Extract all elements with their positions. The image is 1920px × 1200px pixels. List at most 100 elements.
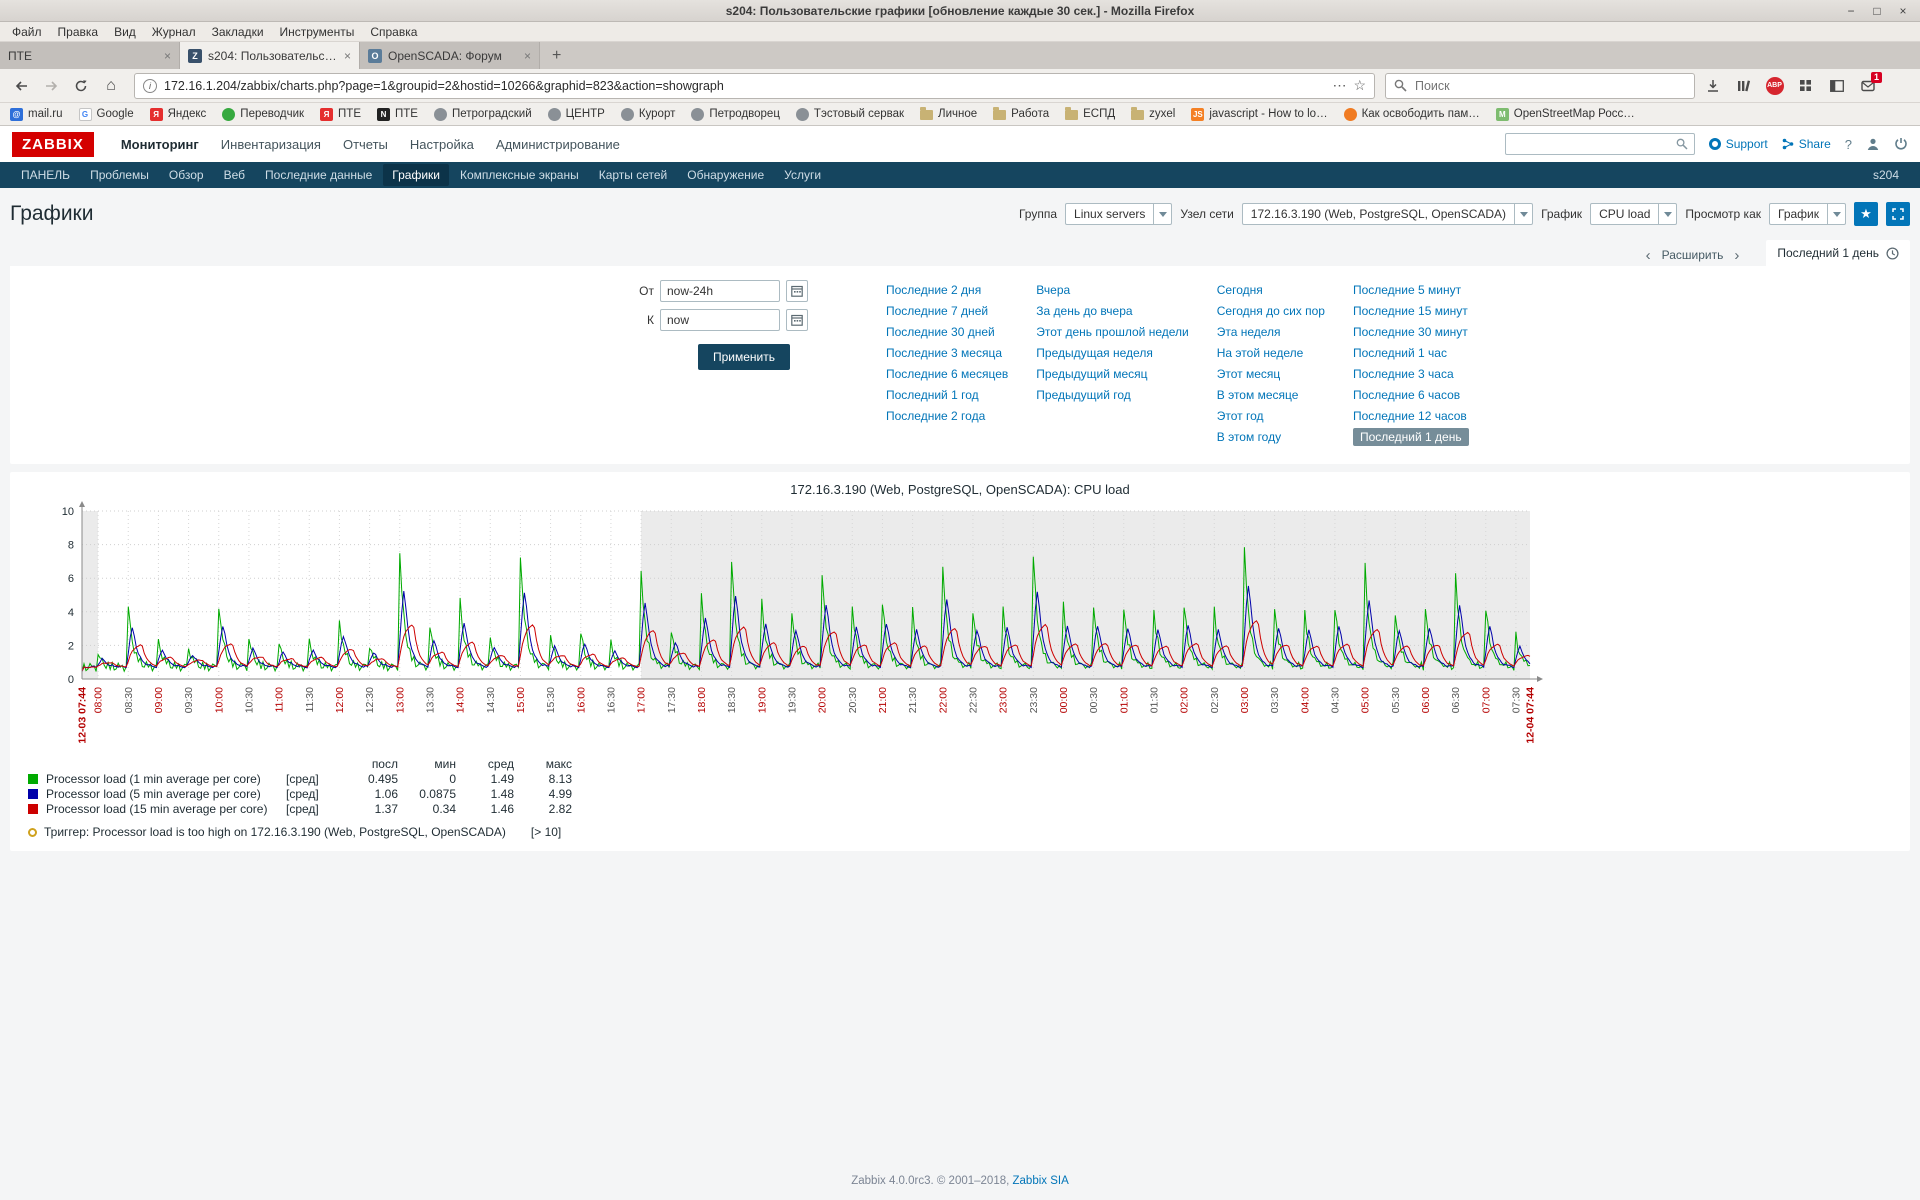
quick-range-link[interactable]: Этот день прошлой недели bbox=[1036, 325, 1188, 339]
tab-close-icon[interactable]: × bbox=[164, 49, 171, 63]
bookmark-item[interactable]: GGoogle bbox=[79, 108, 134, 121]
quick-range-link[interactable]: Последний 1 час bbox=[1353, 346, 1447, 360]
browser-tab-2[interactable]: Zs204: Пользовательские гра× bbox=[180, 42, 360, 69]
bookmark-item[interactable]: ЯЯндекс bbox=[150, 108, 207, 121]
quick-range-link[interactable]: Эта неделя bbox=[1217, 325, 1281, 339]
bookmark-star-icon[interactable]: ☆ bbox=[1353, 77, 1366, 94]
page-actions-icon[interactable]: ⋯ bbox=[1332, 77, 1346, 94]
quick-range-link[interactable]: Последние 12 часов bbox=[1353, 409, 1467, 423]
search-bar[interactable] bbox=[1385, 73, 1695, 99]
menubar-item-7[interactable]: Справка bbox=[362, 25, 425, 39]
window-close-button[interactable]: × bbox=[1896, 4, 1910, 18]
menubar-item-3[interactable]: Вид bbox=[106, 25, 144, 39]
forward-button[interactable] bbox=[38, 74, 64, 98]
bookmark-item[interactable]: Курорт bbox=[621, 108, 676, 121]
quick-range-link[interactable]: За день до вчера bbox=[1036, 304, 1132, 318]
to-input[interactable] bbox=[660, 309, 780, 331]
quick-range-link[interactable]: Последние 30 минут bbox=[1353, 325, 1468, 339]
bookmark-item[interactable]: ЕСПД bbox=[1065, 108, 1115, 120]
main-menu-item-4[interactable]: Настройка bbox=[399, 127, 485, 162]
subnav-item-3[interactable]: Обзор bbox=[160, 164, 213, 186]
main-menu-item-1[interactable]: Мониторинг bbox=[110, 127, 210, 162]
zabbix-logo[interactable]: ZABBIX bbox=[12, 132, 94, 157]
tab-close-icon[interactable]: × bbox=[344, 49, 351, 63]
screenshot-button[interactable] bbox=[1792, 74, 1819, 98]
window-minimize-button[interactable]: − bbox=[1844, 4, 1858, 18]
window-maximize-button[interactable]: □ bbox=[1870, 4, 1884, 18]
home-button[interactable]: ⌂ bbox=[98, 74, 124, 98]
quick-range-link[interactable]: Вчера bbox=[1036, 283, 1070, 297]
menubar-item-4[interactable]: Журнал bbox=[144, 25, 204, 39]
tab-close-icon[interactable]: × bbox=[524, 49, 531, 63]
subnav-item-9[interactable]: Обнаружение bbox=[678, 164, 773, 186]
quick-range-link[interactable]: Последние 3 часа bbox=[1353, 367, 1454, 381]
zoom-out-button[interactable]: Расширить bbox=[1662, 248, 1724, 266]
quick-range-link[interactable]: Последние 5 минут bbox=[1353, 283, 1461, 297]
logout-button[interactable] bbox=[1894, 137, 1908, 151]
quick-range-link[interactable]: Этот год bbox=[1217, 409, 1264, 423]
subnav-item-10[interactable]: Услуги bbox=[775, 164, 830, 186]
subnav-item-7[interactable]: Комплексные экраны bbox=[451, 164, 588, 186]
url-text[interactable]: 172.16.1.204/zabbix/charts.php?page=1&gr… bbox=[164, 79, 1325, 93]
url-bar[interactable]: i 172.16.1.204/zabbix/charts.php?page=1&… bbox=[134, 73, 1375, 99]
quick-range-link[interactable]: Последние 7 дней bbox=[886, 304, 988, 318]
support-link[interactable]: Support bbox=[1709, 137, 1768, 151]
zabbix-search-input[interactable] bbox=[1512, 136, 1676, 152]
subnav-item-1[interactable]: ПАНЕЛЬ bbox=[12, 164, 79, 186]
bookmark-item[interactable]: zyxel bbox=[1131, 108, 1175, 120]
extension-button[interactable]: 1 bbox=[1854, 74, 1881, 98]
subnav-item-5[interactable]: Последние данные bbox=[256, 164, 381, 186]
subnav-item-8[interactable]: Карты сетей bbox=[590, 164, 677, 186]
bookmark-item[interactable]: JSjavascript - How to lo… bbox=[1191, 108, 1327, 121]
graph-select[interactable]: CPU load bbox=[1590, 203, 1677, 225]
back-button[interactable] bbox=[8, 74, 34, 98]
to-calendar-button[interactable] bbox=[786, 309, 808, 331]
zabbix-sia-link[interactable]: Zabbix SIA bbox=[1013, 1175, 1069, 1187]
bookmark-item[interactable]: ЯПТЕ bbox=[320, 108, 361, 121]
browser-tab-1[interactable]: ПТЕ× bbox=[0, 42, 180, 69]
zabbix-search[interactable] bbox=[1505, 133, 1695, 155]
reload-button[interactable] bbox=[68, 74, 94, 98]
help-button[interactable]: ? bbox=[1845, 137, 1852, 152]
quick-range-link[interactable]: Последние 6 часов bbox=[1353, 388, 1460, 402]
quick-range-link[interactable]: Последние 2 дня bbox=[886, 283, 981, 297]
menu-button[interactable] bbox=[1885, 74, 1912, 98]
cpu-load-graph[interactable]: 024681012-03 07:4408:0008:3009:0009:3010… bbox=[12, 499, 1557, 757]
menubar-item-5[interactable]: Закладки bbox=[204, 25, 272, 39]
main-menu-item-5[interactable]: Администрирование bbox=[485, 127, 631, 162]
from-calendar-button[interactable] bbox=[786, 280, 808, 302]
quick-range-link[interactable]: Последние 3 месяца bbox=[886, 346, 1002, 360]
quick-range-link[interactable]: Последний 1 день bbox=[1353, 428, 1469, 446]
quick-range-link[interactable]: Последние 2 года bbox=[886, 409, 985, 423]
bookmark-item[interactable]: Петроградский bbox=[434, 108, 532, 121]
profile-button[interactable] bbox=[1866, 137, 1880, 151]
new-tab-button[interactable]: + bbox=[540, 47, 573, 65]
menubar-item-6[interactable]: Инструменты bbox=[272, 25, 363, 39]
time-back-button[interactable]: ‹ bbox=[1639, 245, 1658, 266]
library-button[interactable] bbox=[1730, 74, 1757, 98]
quick-range-link[interactable]: Сегодня до сих пор bbox=[1217, 304, 1325, 318]
view-as-select[interactable]: График bbox=[1769, 203, 1846, 225]
fullscreen-button[interactable] bbox=[1886, 202, 1910, 226]
bookmark-item[interactable]: Работа bbox=[993, 108, 1049, 120]
quick-range-link[interactable]: Предыдущий месяц bbox=[1036, 367, 1147, 381]
search-input[interactable] bbox=[1413, 78, 1686, 94]
quick-range-link[interactable]: Последний 1 год bbox=[886, 388, 979, 402]
menubar-item-1[interactable]: Файл bbox=[4, 25, 50, 39]
quick-range-link[interactable]: В этом году bbox=[1217, 430, 1281, 444]
quick-range-link[interactable]: Сегодня bbox=[1217, 283, 1263, 297]
quick-range-link[interactable]: На этой неделе bbox=[1217, 346, 1304, 360]
adblock-button[interactable]: ABP bbox=[1761, 74, 1788, 98]
time-range-tab[interactable]: Последний 1 день bbox=[1766, 240, 1910, 266]
group-select[interactable]: Linux servers bbox=[1065, 203, 1172, 225]
browser-tab-3[interactable]: OOpenSCADA: Форум× bbox=[360, 42, 540, 69]
menubar-item-2[interactable]: Правка bbox=[50, 25, 107, 39]
sidebar-button[interactable] bbox=[1823, 74, 1850, 98]
quick-range-link[interactable]: Предыдущий год bbox=[1036, 388, 1130, 402]
bookmark-item[interactable]: Тэстовый сервак bbox=[796, 108, 904, 121]
time-forward-button[interactable]: › bbox=[1727, 245, 1746, 266]
share-link[interactable]: Share bbox=[1782, 137, 1831, 151]
subnav-item-2[interactable]: Проблемы bbox=[81, 164, 158, 186]
from-input[interactable] bbox=[660, 280, 780, 302]
subnav-item-4[interactable]: Веб bbox=[215, 164, 254, 186]
